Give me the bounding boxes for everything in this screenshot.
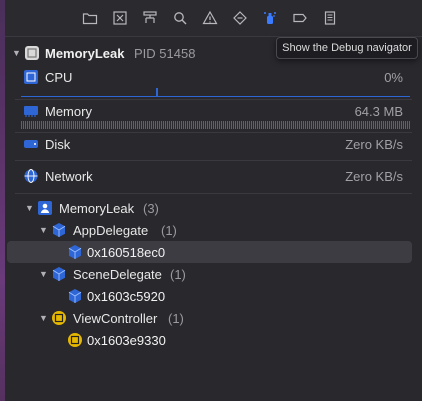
instance-address: 0x1603e9330 bbox=[87, 333, 166, 348]
process-pid: PID 51458 bbox=[134, 46, 196, 61]
memory-label: Memory bbox=[45, 104, 92, 119]
x-square-icon[interactable] bbox=[111, 9, 129, 27]
tree-instance-row[interactable]: 0x1603c5920 bbox=[5, 285, 422, 309]
disclosure-chevron-icon[interactable]: ▼ bbox=[39, 269, 48, 279]
instance-address: 0x160518ec0 bbox=[87, 245, 166, 260]
app-process-icon bbox=[24, 45, 40, 61]
cpu-value: 0% bbox=[384, 70, 403, 85]
tree-root-label: MemoryLeak bbox=[59, 201, 135, 216]
disclosure-chevron-icon[interactable]: ▼ bbox=[25, 203, 34, 213]
warning-icon[interactable] bbox=[201, 9, 219, 27]
memory-gauge-row[interactable]: Memory 64.3 MB bbox=[5, 99, 422, 123]
process-name: MemoryLeak bbox=[45, 46, 125, 61]
group-count: (1) bbox=[161, 223, 177, 238]
network-value: Zero KB/s bbox=[345, 169, 403, 184]
network-gauge-row[interactable]: Network Zero KB/s bbox=[5, 165, 422, 189]
disk-label: Disk bbox=[45, 137, 71, 152]
disclosure-chevron-icon[interactable]: ▼ bbox=[39, 225, 48, 235]
group-count: (1) bbox=[170, 267, 186, 282]
view-controller-icon bbox=[67, 332, 83, 348]
group-count: (1) bbox=[168, 311, 184, 326]
cube-object-icon bbox=[51, 266, 67, 282]
group-label: SceneDelegate bbox=[73, 267, 162, 282]
group-label: ViewController bbox=[73, 311, 158, 326]
network-label: Network bbox=[45, 169, 93, 184]
cpu-icon bbox=[23, 69, 39, 85]
hierarchy-icon[interactable] bbox=[141, 9, 159, 27]
memory-value: 64.3 MB bbox=[354, 104, 403, 119]
divider bbox=[15, 193, 412, 194]
tree-root-count: (3) bbox=[143, 201, 159, 216]
folder-icon[interactable] bbox=[81, 9, 99, 27]
disclosure-chevron-icon[interactable]: ▼ bbox=[39, 313, 48, 323]
cpu-label: CPU bbox=[45, 70, 73, 85]
tree-root-row[interactable]: ▼ MemoryLeak (3) bbox=[5, 197, 422, 221]
tree-group-row[interactable]: ▼ ViewController (1) bbox=[5, 307, 422, 331]
navigator-toolbar bbox=[5, 0, 422, 37]
disk-value: Zero KB/s bbox=[345, 137, 403, 152]
group-label: AppDelegate bbox=[73, 223, 149, 238]
cube-object-icon bbox=[67, 244, 83, 260]
report-icon[interactable] bbox=[321, 9, 339, 27]
disk-gauge-row[interactable]: Disk Zero KB/s bbox=[5, 132, 422, 156]
tree-group-row[interactable]: ▼ AppDelegate (1) bbox=[5, 219, 422, 243]
cube-object-icon bbox=[67, 288, 83, 304]
divider bbox=[15, 160, 412, 161]
debug-spray-icon[interactable] bbox=[261, 9, 279, 27]
instance-address: 0x1603c5920 bbox=[87, 289, 166, 304]
tag-icon[interactable] bbox=[291, 9, 309, 27]
tree-instance-row[interactable]: 0x160518ec0 bbox=[5, 241, 422, 265]
network-globe-icon bbox=[23, 168, 39, 184]
cpu-gauge-row[interactable]: CPU 0% bbox=[5, 66, 422, 90]
memory-graph bbox=[21, 121, 410, 129]
app-target-icon bbox=[37, 200, 53, 216]
view-controller-icon bbox=[51, 310, 67, 326]
diamond-icon[interactable] bbox=[231, 9, 249, 27]
search-icon[interactable] bbox=[171, 9, 189, 27]
disclosure-chevron-icon[interactable]: ▼ bbox=[12, 48, 21, 58]
debug-navigator-panel: ▼ MemoryLeak PID 51458 CPU 0% Memory 64.… bbox=[5, 0, 422, 401]
tree-instance-row[interactable]: 0x1603e9330 bbox=[5, 329, 422, 353]
cpu-graph-baseline bbox=[21, 96, 410, 97]
tooltip: Show the Debug navigator bbox=[276, 37, 418, 59]
cube-object-icon bbox=[51, 222, 67, 238]
memory-icon bbox=[23, 103, 39, 119]
tree-group-row[interactable]: ▼ SceneDelegate (1) bbox=[5, 263, 422, 287]
disk-icon bbox=[23, 136, 39, 152]
